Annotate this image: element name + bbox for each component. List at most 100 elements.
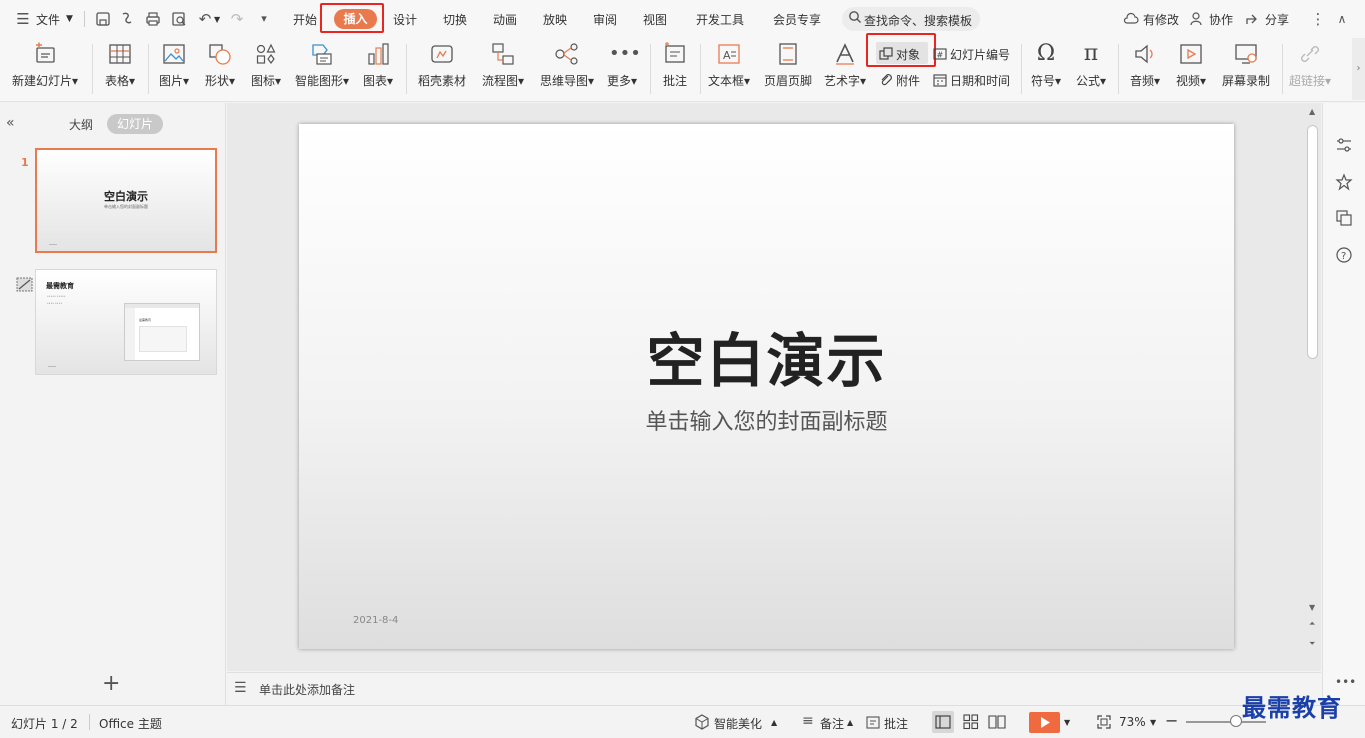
picture-button[interactable]: 图片▾ bbox=[154, 38, 194, 100]
attachment-button[interactable]: 附件 bbox=[879, 72, 920, 89]
collapse-ribbon-icon[interactable]: ∧ bbox=[1333, 10, 1351, 28]
zoom-slider-thumb[interactable] bbox=[1230, 715, 1242, 727]
tab-design[interactable]: 设计 bbox=[393, 11, 417, 28]
tab-transition[interactable]: 切换 bbox=[443, 11, 467, 28]
comment-button[interactable]: 批注 bbox=[656, 38, 694, 100]
symbol-button[interactable]: Ω 符号▾ bbox=[1026, 38, 1066, 100]
divider bbox=[89, 714, 90, 730]
print-preview-icon[interactable] bbox=[170, 10, 188, 28]
comment-label: 批注 bbox=[662, 74, 687, 88]
ribbon-scroll-right-icon[interactable]: › bbox=[1352, 38, 1365, 100]
zoom-level[interactable]: 73% bbox=[1119, 715, 1146, 729]
redo-icon[interactable]: ↷ bbox=[228, 10, 246, 28]
material-button[interactable]: 稻壳素材 bbox=[414, 38, 470, 100]
tab-view[interactable]: 视图 bbox=[643, 11, 667, 28]
scroll-up-icon[interactable]: ▲ bbox=[1309, 107, 1315, 116]
play-dropdown-icon[interactable]: ▼ bbox=[1064, 718, 1070, 727]
properties-icon[interactable] bbox=[1335, 136, 1353, 154]
vertical-scrollbar[interactable]: ▲ ▼ ⏶ ⏷ bbox=[1305, 103, 1321, 671]
header-footer-button[interactable]: 页眉页脚 bbox=[760, 38, 816, 100]
new-slide-button[interactable]: 新建幻灯片▾ bbox=[6, 38, 84, 100]
undo-icon[interactable]: ↶ bbox=[196, 10, 214, 28]
more-label: 更多 bbox=[606, 74, 631, 88]
play-slideshow-button[interactable] bbox=[1029, 712, 1060, 733]
tab-animation[interactable]: 动画 bbox=[493, 11, 517, 28]
hamburger-menu-icon[interactable]: ☰ bbox=[14, 10, 32, 28]
slide-title[interactable]: 空白演示 bbox=[299, 314, 1234, 398]
smart-beautify-button[interactable]: 智能美化 bbox=[714, 715, 762, 732]
print-icon[interactable] bbox=[144, 10, 162, 28]
flowchart-label: 流程图 bbox=[481, 74, 518, 88]
smart-shape-button[interactable]: 智能图形▾ bbox=[290, 38, 354, 100]
more-sidebar-icon[interactable]: ••• bbox=[1335, 675, 1356, 689]
chart-button[interactable]: 图表▾ bbox=[358, 38, 398, 100]
help-icon[interactable]: ? bbox=[1335, 246, 1353, 264]
slide-sorter-icon[interactable] bbox=[960, 711, 982, 733]
audio-button[interactable]: 音频▾ bbox=[1124, 38, 1166, 100]
add-slide-icon[interactable]: + bbox=[102, 673, 120, 695]
textbox-button[interactable]: A 文本框▾ bbox=[704, 38, 754, 100]
more-options-icon[interactable]: ⋮ bbox=[1309, 10, 1327, 28]
customize-toolbar-icon[interactable]: ▾ bbox=[255, 10, 273, 28]
scroll-down-icon[interactable]: ▼ bbox=[1309, 603, 1315, 612]
collab-button[interactable]: 协作 bbox=[1209, 11, 1233, 28]
highlight-box bbox=[866, 33, 936, 67]
tab-outline[interactable]: 大纲 bbox=[69, 116, 93, 133]
chevron-down-icon[interactable]: ▼ bbox=[66, 14, 73, 24]
video-button[interactable]: 视频▾ bbox=[1170, 38, 1212, 100]
undo-dropdown-icon[interactable]: ▼ bbox=[214, 15, 220, 24]
attachment-icon bbox=[879, 73, 893, 87]
slide-number-button[interactable]: # 幻灯片编号 bbox=[933, 46, 1010, 63]
shape-button[interactable]: 形状▾ bbox=[198, 38, 242, 100]
icon-library-button[interactable]: 图标▾ bbox=[244, 38, 288, 100]
notes-toggle-icon: ≡ bbox=[802, 713, 814, 729]
material-label: 稻壳素材 bbox=[417, 74, 466, 88]
tab-slideshow[interactable]: 放映 bbox=[543, 11, 567, 28]
table-button[interactable]: 表格▾ bbox=[98, 38, 142, 100]
slide-date[interactable]: 2021-8-4 bbox=[353, 615, 398, 626]
tab-developer[interactable]: 开发工具 bbox=[696, 11, 744, 28]
smart-shape-label: 智能图形 bbox=[294, 74, 343, 88]
prev-slide-icon[interactable]: ⏶ bbox=[1309, 619, 1315, 629]
chevron-up-icon[interactable]: ▲ bbox=[771, 718, 777, 727]
animation-star-icon[interactable] bbox=[1335, 173, 1353, 191]
tab-member[interactable]: 会员专享 bbox=[773, 11, 821, 28]
share-button[interactable]: 分享 bbox=[1265, 11, 1289, 28]
tab-home[interactable]: 开始 bbox=[293, 11, 317, 28]
chevron-up-icon[interactable]: ▲ bbox=[847, 718, 853, 727]
search-input[interactable]: 查找命令、搜索模板 bbox=[842, 7, 980, 31]
save-icon[interactable] bbox=[94, 10, 112, 28]
notes-pane[interactable]: ☰ 单击此处添加备注 bbox=[227, 672, 1321, 705]
collapse-panel-icon[interactable]: « bbox=[6, 115, 15, 131]
slide-subtitle[interactable]: 单击输入您的封面副标题 bbox=[299, 404, 1234, 436]
slide-thumbnail-1[interactable]: 空白演示 单击输入您的封面副标题 bbox=[35, 148, 217, 253]
normal-view-button[interactable] bbox=[932, 711, 954, 733]
scroll-thumb[interactable] bbox=[1307, 125, 1318, 359]
flowchart-button[interactable]: 流程图▾ bbox=[476, 38, 530, 100]
screen-record-label: 屏幕录制 bbox=[1221, 74, 1270, 88]
file-menu[interactable]: 文件 bbox=[36, 11, 60, 28]
notes-placeholder[interactable]: 单击此处添加备注 bbox=[259, 681, 355, 698]
zoom-dropdown-icon[interactable]: ▼ bbox=[1150, 718, 1156, 727]
tab-review[interactable]: 审阅 bbox=[593, 11, 617, 28]
slide-canvas[interactable]: 空白演示 单击输入您的封面副标题 2021-8-4 bbox=[299, 124, 1234, 649]
screen-record-button[interactable]: 屏幕录制 bbox=[1216, 38, 1276, 100]
wordart-button[interactable]: 艺术字▾ bbox=[820, 38, 870, 100]
more-button[interactable]: ••• 更多▾ bbox=[602, 38, 642, 100]
datetime-button[interactable]: 日期和时间 bbox=[933, 72, 1010, 89]
notes-toggle-button[interactable]: 备注 bbox=[820, 715, 844, 732]
output-pdf-icon[interactable] bbox=[118, 10, 136, 28]
next-slide-icon[interactable]: ⏷ bbox=[1309, 639, 1315, 649]
formula-button[interactable]: π 公式▾ bbox=[1070, 38, 1112, 100]
reading-view-icon[interactable] bbox=[986, 711, 1008, 733]
mindmap-button[interactable]: 思维导图▾ bbox=[536, 38, 598, 100]
tab-slides[interactable]: 幻灯片 bbox=[107, 114, 163, 134]
comment-toggle-button[interactable]: 批注 bbox=[884, 715, 908, 732]
modified-status[interactable]: 有修改 bbox=[1143, 11, 1179, 28]
transition-icon[interactable] bbox=[1335, 209, 1353, 227]
slide-thumbnail-2[interactable]: 最需教育 ••••• ••••• •••• •••• 最需教育 bbox=[35, 269, 217, 375]
theme-name[interactable]: Office 主题 bbox=[99, 715, 162, 732]
hyperlink-button[interactable]: 超链接▾ bbox=[1286, 38, 1334, 100]
fit-window-icon[interactable] bbox=[1096, 714, 1112, 730]
zoom-out-icon[interactable]: − bbox=[1165, 711, 1178, 730]
